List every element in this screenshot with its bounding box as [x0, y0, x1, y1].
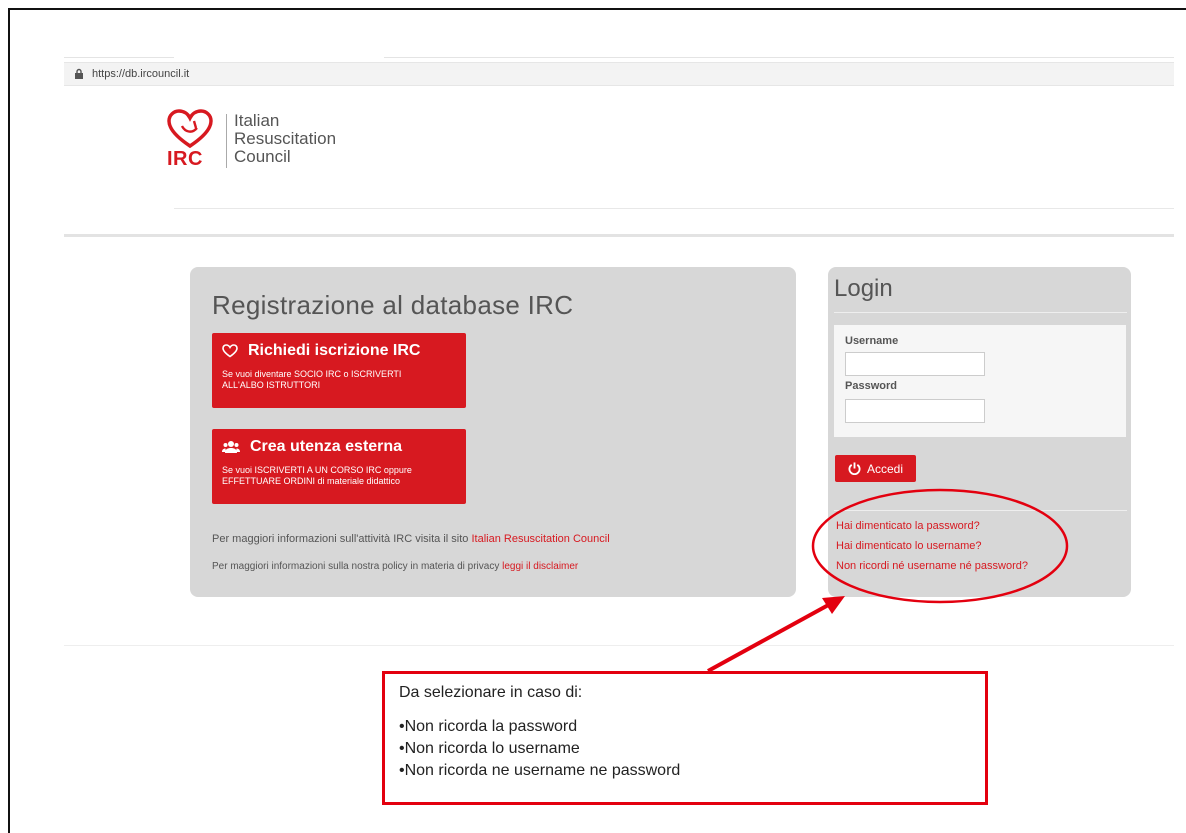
callout-item: •Non ricorda la password: [399, 718, 578, 735]
annotation-ellipse: [811, 488, 1069, 604]
annotation-callout: Da selezionare in caso di: •Non ricorda …: [382, 671, 988, 805]
annotation-arrow-line: [707, 601, 833, 673]
callout-item: •Non ricorda ne username ne password: [399, 762, 681, 779]
callout-item: •Non ricorda lo username: [399, 740, 580, 757]
callout-heading: Da selezionare in caso di:: [399, 684, 583, 701]
